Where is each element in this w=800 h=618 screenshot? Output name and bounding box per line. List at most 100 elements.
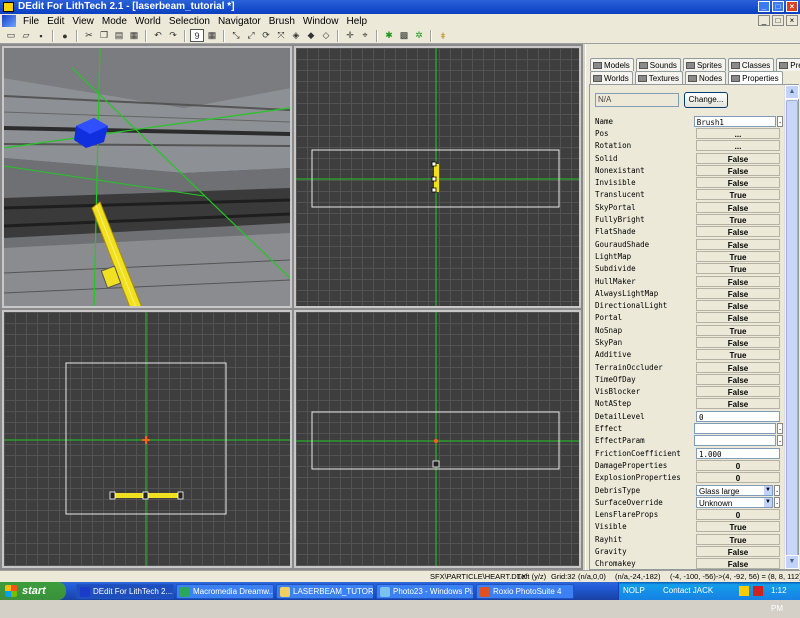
property-value[interactable]: False: [696, 226, 780, 238]
property-value[interactable]: ...: [696, 140, 780, 152]
object-icon[interactable]: ●: [58, 29, 72, 42]
move-tool-icon[interactable]: ⤢: [244, 29, 258, 42]
vertex-tool-icon[interactable]: ◈: [289, 29, 303, 42]
antivirus-icon[interactable]: [753, 586, 763, 596]
tray-contact[interactable]: Contact JACK: [663, 582, 713, 600]
side-viewport[interactable]: [294, 310, 581, 568]
change-button[interactable]: Change...: [684, 92, 728, 108]
dropdown-arrow-icon[interactable]: ▼: [764, 497, 772, 507]
tab-nodes[interactable]: Nodes: [684, 71, 727, 84]
property-value[interactable]: Unknown ▼: [696, 496, 773, 508]
property-value[interactable]: [693, 435, 776, 447]
property-value[interactable]: 1.000: [696, 447, 780, 459]
top-viewport[interactable]: [294, 46, 581, 308]
center-selection-icon[interactable]: ⌖: [358, 29, 372, 42]
grid-toggle-icon[interactable]: ▩: [397, 29, 411, 42]
mdi-restore-button[interactable]: □: [772, 15, 784, 26]
tab-sprites[interactable]: Sprites: [682, 58, 726, 71]
property-browse-button[interactable]: .: [777, 435, 783, 447]
center-view-icon[interactable]: ✛: [343, 29, 357, 42]
property-value[interactable]: 0: [696, 410, 780, 422]
tab-worlds[interactable]: Worlds: [590, 71, 633, 84]
property-value[interactable]: True: [696, 349, 780, 361]
brush-tool-icon[interactable]: ◆: [304, 29, 318, 42]
tab-sounds[interactable]: Sounds: [635, 58, 681, 71]
property-value[interactable]: False: [696, 177, 780, 189]
property-value[interactable]: Brush1: [693, 115, 776, 127]
property-value[interactable]: False: [696, 238, 780, 250]
menu-edit[interactable]: Edit: [43, 16, 68, 27]
texture-tool-icon[interactable]: ◇: [319, 29, 333, 42]
menu-navigator[interactable]: Navigator: [214, 16, 265, 27]
property-value[interactable]: False: [696, 312, 780, 324]
maximize-button[interactable]: □: [772, 1, 784, 12]
tab-models[interactable]: Models: [590, 58, 634, 71]
scroll-thumb[interactable]: [786, 100, 798, 560]
property-value[interactable]: False: [696, 201, 780, 213]
property-value[interactable]: True: [696, 189, 780, 201]
property-value[interactable]: True: [696, 533, 780, 545]
property-value[interactable]: ...: [696, 127, 780, 139]
light-icon[interactable]: ǂ: [436, 29, 450, 42]
open-file-icon[interactable]: ▱: [19, 29, 33, 42]
property-value[interactable]: False: [696, 287, 780, 299]
network-icon[interactable]: [739, 586, 749, 596]
cut-icon[interactable]: ✂: [82, 29, 96, 42]
property-value[interactable]: False: [696, 373, 780, 385]
front-viewport[interactable]: [2, 310, 292, 568]
scroll-up-icon[interactable]: ▲: [785, 85, 799, 99]
property-browse-button[interactable]: .: [777, 115, 783, 127]
property-value[interactable]: Glass large ▼: [696, 484, 773, 496]
save-icon[interactable]: ▪: [34, 29, 48, 42]
property-value[interactable]: 0: [696, 472, 780, 484]
property-value[interactable]: True: [696, 263, 780, 275]
perspective-viewport[interactable]: [2, 46, 292, 308]
property-value[interactable]: False: [696, 275, 780, 287]
undo-icon[interactable]: ↶: [151, 29, 165, 42]
property-value[interactable]: False: [696, 300, 780, 312]
tray-nolp[interactable]: NOLP: [623, 582, 645, 600]
task-dreamweaver[interactable]: Macromedia Dreamw...: [176, 584, 274, 599]
tab-textures[interactable]: Textures: [634, 71, 683, 84]
property-value[interactable]: [693, 423, 776, 435]
mdi-minimize-button[interactable]: _: [758, 15, 770, 26]
property-value[interactable]: False: [696, 558, 780, 570]
tab-classes[interactable]: Classes: [727, 58, 775, 71]
mdi-close-button[interactable]: ×: [786, 15, 798, 26]
property-browse-button[interactable]: .: [777, 423, 783, 435]
task-photosuite[interactable]: Roxio PhotoSuite 4: [476, 584, 574, 599]
property-value[interactable]: False: [696, 361, 780, 373]
marker-icon[interactable]: ✱: [382, 29, 396, 42]
property-value[interactable]: True: [696, 214, 780, 226]
scroll-down-icon[interactable]: ▼: [785, 555, 799, 569]
property-value[interactable]: True: [696, 521, 780, 533]
menu-selection[interactable]: Selection: [165, 16, 214, 27]
delete-icon[interactable]: ▦: [127, 29, 141, 42]
tab-properties[interactable]: Properties: [728, 71, 783, 84]
dropdown-arrow-icon[interactable]: ▼: [764, 485, 772, 495]
scale-tool-icon[interactable]: ⤧: [274, 29, 288, 42]
select-tool-icon[interactable]: ⤡: [229, 29, 243, 42]
property-value[interactable]: False: [696, 398, 780, 410]
filter-icon[interactable]: ✲: [412, 29, 426, 42]
copy-icon[interactable]: ❐: [97, 29, 111, 42]
property-browse-button[interactable]: .: [774, 484, 780, 496]
minimize-button[interactable]: _: [758, 1, 770, 12]
menu-brush[interactable]: Brush: [265, 16, 299, 27]
property-value[interactable]: True: [696, 250, 780, 262]
property-value[interactable]: 0: [696, 459, 780, 471]
grid-size-icon[interactable]: 9: [190, 29, 204, 42]
document-icon[interactable]: [2, 15, 16, 27]
menu-window[interactable]: Window: [299, 16, 343, 27]
property-value[interactable]: False: [696, 164, 780, 176]
task-dedit[interactable]: DEdit For LithTech 2....: [76, 584, 174, 599]
menu-view[interactable]: View: [68, 16, 98, 27]
menu-file[interactable]: File: [19, 16, 43, 27]
property-value[interactable]: True: [696, 324, 780, 336]
new-file-icon[interactable]: ▭: [4, 29, 18, 42]
properties-scrollbar[interactable]: ▲ ▼: [784, 85, 799, 569]
close-button[interactable]: ×: [786, 1, 798, 12]
menu-world[interactable]: World: [131, 16, 165, 27]
property-value[interactable]: False: [696, 152, 780, 164]
property-value[interactable]: False: [696, 546, 780, 558]
